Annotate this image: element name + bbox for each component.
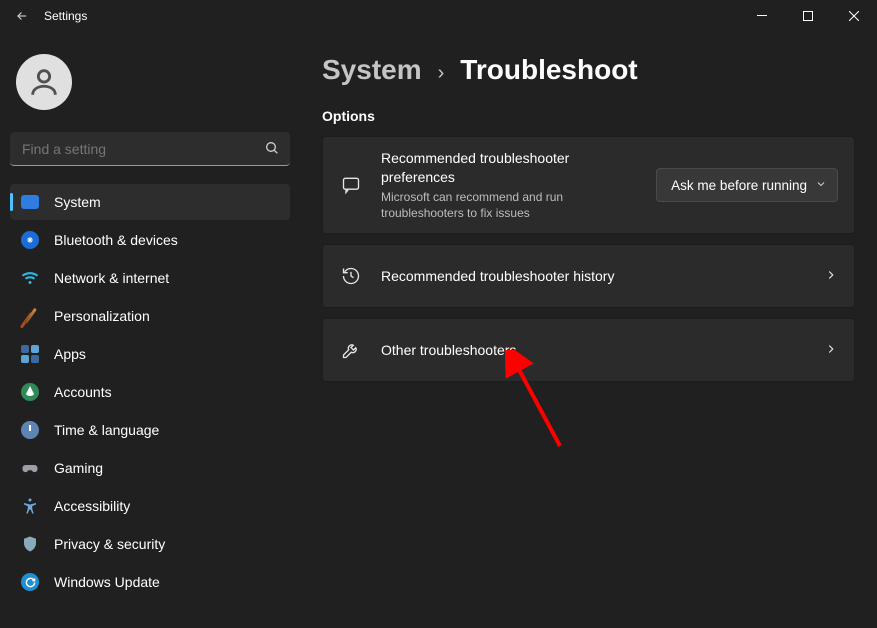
sidebar-item-label: Accessibility <box>54 498 130 514</box>
sidebar-item-label: Bluetooth & devices <box>54 232 178 248</box>
nav-list: System ⁕ Bluetooth & devices Network & i… <box>10 184 290 600</box>
app-title: Settings <box>44 9 87 23</box>
card-subtitle: Microsoft can recommend and run troubles… <box>381 189 638 221</box>
sidebar-item-apps[interactable]: Apps <box>10 336 290 372</box>
sidebar-item-privacy-security[interactable]: Privacy & security <box>10 526 290 562</box>
sidebar-item-network[interactable]: Network & internet <box>10 260 290 296</box>
sidebar-item-label: Apps <box>54 346 86 362</box>
sidebar-item-time-language[interactable]: Time & language <box>10 412 290 448</box>
card-title: Recommended troubleshooter preferences <box>381 149 638 187</box>
preferences-dropdown[interactable]: Ask me before running <box>656 168 838 202</box>
search-icon <box>264 140 280 159</box>
bluetooth-icon: ⁕ <box>20 230 40 250</box>
sidebar-item-personalization[interactable]: Personalization <box>10 298 290 334</box>
search-input[interactable] <box>10 132 290 166</box>
chevron-right-icon <box>824 268 838 285</box>
windows-update-icon <box>20 572 40 592</box>
history-icon <box>339 266 363 286</box>
sidebar-item-gaming[interactable]: Gaming <box>10 450 290 486</box>
time-language-icon <box>20 420 40 440</box>
sidebar-item-windows-update[interactable]: Windows Update <box>10 564 290 600</box>
section-heading: Options <box>322 108 855 124</box>
sidebar: System ⁕ Bluetooth & devices Network & i… <box>0 32 300 628</box>
feedback-icon <box>339 175 363 195</box>
breadcrumb-separator-icon: › <box>438 62 445 85</box>
search-box[interactable] <box>10 132 290 166</box>
card-other-troubleshooters[interactable]: Other troubleshooters <box>322 318 855 382</box>
sidebar-item-label: Windows Update <box>54 574 160 590</box>
accounts-icon <box>20 382 40 402</box>
close-button[interactable] <box>831 0 877 32</box>
breadcrumb-current: Troubleshoot <box>460 54 637 86</box>
breadcrumb: System › Troubleshoot <box>322 54 855 86</box>
sidebar-item-label: Gaming <box>54 460 103 476</box>
avatar <box>16 54 72 110</box>
apps-icon <box>20 344 40 364</box>
content-pane: System › Troubleshoot Options Recommende… <box>300 32 877 628</box>
card-troubleshooter-history[interactable]: Recommended troubleshooter history <box>322 244 855 308</box>
sidebar-item-accessibility[interactable]: Accessibility <box>10 488 290 524</box>
accessibility-icon <box>20 496 40 516</box>
sidebar-item-label: Network & internet <box>54 270 169 286</box>
sidebar-item-bluetooth[interactable]: ⁕ Bluetooth & devices <box>10 222 290 258</box>
minimize-button[interactable] <box>739 0 785 32</box>
card-troubleshooter-preferences: Recommended troubleshooter preferences M… <box>322 136 855 234</box>
sidebar-item-label: Personalization <box>54 308 150 324</box>
sidebar-item-label: Time & language <box>54 422 159 438</box>
card-title: Recommended troubleshooter history <box>381 267 806 286</box>
sidebar-item-label: Privacy & security <box>54 536 165 552</box>
sidebar-item-label: Accounts <box>54 384 112 400</box>
sidebar-item-accounts[interactable]: Accounts <box>10 374 290 410</box>
profile-block[interactable] <box>10 42 290 116</box>
breadcrumb-parent[interactable]: System <box>322 54 422 86</box>
wrench-icon <box>339 340 363 360</box>
system-icon <box>20 192 40 212</box>
network-icon <box>20 268 40 288</box>
chevron-down-icon <box>815 178 827 193</box>
dropdown-value: Ask me before running <box>671 178 807 193</box>
sidebar-item-label: System <box>54 194 101 210</box>
chevron-right-icon <box>824 342 838 359</box>
gaming-icon <box>20 458 40 478</box>
personalization-icon <box>20 306 40 326</box>
sidebar-item-system[interactable]: System <box>10 184 290 220</box>
card-title: Other troubleshooters <box>381 341 806 360</box>
title-bar: Settings <box>0 0 877 32</box>
privacy-icon <box>20 534 40 554</box>
maximize-button[interactable] <box>785 0 831 32</box>
back-button[interactable] <box>6 0 38 32</box>
